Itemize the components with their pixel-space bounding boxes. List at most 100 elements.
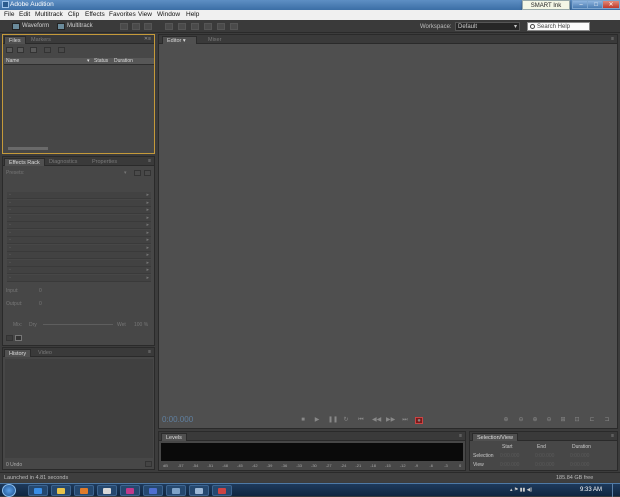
slip-tool-icon[interactable] — [191, 23, 199, 30]
power-icon[interactable]: ◦ — [9, 200, 11, 207]
tool-icon-3[interactable] — [144, 23, 152, 30]
tab-effects-rack[interactable]: Effects Rack — [4, 158, 45, 166]
selection-duration[interactable]: 0:00.000 — [570, 453, 589, 459]
menu-window[interactable]: Window — [157, 11, 180, 18]
power-icon[interactable]: ◦ — [9, 252, 11, 259]
mix-slider[interactable] — [43, 324, 113, 325]
tab-mixer[interactable]: Mixer — [204, 36, 225, 44]
fast-forward-button[interactable]: ▶▶ — [386, 417, 395, 424]
taskbar-button[interactable] — [74, 485, 94, 496]
move-tool-icon[interactable] — [165, 23, 173, 30]
taskbar-button[interactable] — [51, 485, 71, 496]
import-file-icon[interactable] — [17, 47, 24, 53]
rewind-button[interactable]: ◀◀ — [372, 417, 381, 424]
delete-icon[interactable] — [58, 47, 65, 53]
power-icon[interactable]: ◦ — [9, 207, 11, 214]
taskbar-button[interactable] — [212, 485, 232, 496]
go-to-end-button[interactable]: ⏭ — [401, 417, 409, 424]
tab-video[interactable]: Video — [34, 349, 56, 357]
marquee-tool-icon[interactable] — [217, 23, 225, 30]
delete-preset-icon[interactable] — [144, 170, 151, 176]
taskbar-button[interactable] — [28, 485, 48, 496]
tab-diagnostics[interactable]: Diagnostics — [45, 158, 81, 166]
chevron-right-icon[interactable]: ▸ — [146, 200, 149, 207]
panel-menu-icon[interactable]: ≡ — [459, 433, 462, 439]
effect-slot[interactable]: ◦ ▸ — [7, 229, 151, 237]
view-duration[interactable]: 0:00.000 — [570, 462, 589, 468]
effect-slot[interactable]: ◦ ▸ — [7, 252, 151, 259]
clock[interactable]: 9:33 AM — [580, 487, 602, 493]
power-icon[interactable]: ◦ — [9, 230, 11, 237]
menu-file[interactable]: File — [4, 11, 14, 18]
power-icon[interactable] — [6, 335, 13, 341]
menu-multitrack[interactable]: Multitrack — [35, 11, 63, 18]
zoom-in-amplitude-icon[interactable]: ⊕ — [502, 417, 510, 424]
power-icon[interactable]: ◦ — [9, 222, 11, 229]
taskbar-button[interactable] — [97, 485, 117, 496]
power-icon[interactable]: ◦ — [9, 267, 11, 274]
effect-slot[interactable]: ◦ ▸ — [7, 222, 151, 229]
open-file-icon[interactable] — [6, 47, 13, 53]
panel-menu-icon[interactable]: ≡ — [148, 349, 151, 355]
taskbar-button[interactable] — [166, 485, 186, 496]
panel-menu-icon[interactable]: ≡ — [611, 433, 614, 439]
list-icon[interactable] — [15, 335, 22, 341]
mix-value[interactable]: 100 % — [134, 322, 148, 328]
horizontal-scrollbar[interactable] — [8, 147, 48, 150]
tray-icons[interactable]: ▴ ⚑ ▮▮ ◀) — [510, 487, 532, 493]
chevron-right-icon[interactable]: ▸ — [146, 275, 149, 282]
power-icon[interactable]: ◦ — [9, 215, 11, 222]
zoom-out-time-icon[interactable]: ⊖ — [545, 417, 553, 424]
zoom-out-amplitude-icon[interactable]: ⊖ — [517, 417, 525, 424]
close-button[interactable]: ✕ — [602, 0, 620, 9]
power-icon[interactable]: ◦ — [9, 275, 11, 282]
effect-slot[interactable]: ◦ ▸ — [7, 244, 151, 252]
start-button[interactable] — [2, 484, 16, 497]
selection-end[interactable]: 0:00.000 — [535, 453, 554, 459]
new-file-icon[interactable] — [30, 47, 37, 53]
tab-selection-view[interactable]: Selection/View — [472, 433, 518, 441]
record-button[interactable]: ● — [415, 417, 423, 424]
tab-levels[interactable]: Levels — [161, 433, 187, 441]
power-icon[interactable]: ◦ — [9, 237, 11, 244]
smart-ink-badge[interactable]: SMART Ink — [522, 0, 570, 10]
pause-button[interactable]: ❚❚ — [328, 417, 338, 424]
zoom-out-point-icon[interactable]: ⊐ — [603, 417, 611, 424]
tab-editor[interactable]: Editor ▾ — [162, 36, 197, 44]
power-icon[interactable]: ◦ — [9, 260, 11, 267]
menu-effects[interactable]: Effects — [85, 11, 105, 18]
play-button[interactable]: ▶ — [313, 417, 321, 424]
effect-slot[interactable]: ◦ ▸ — [7, 274, 151, 282]
delete-history-icon[interactable] — [145, 461, 152, 467]
input-gain-value[interactable]: 0 — [39, 288, 42, 294]
razor-tool-icon[interactable] — [178, 23, 186, 30]
time-selection-tool-icon[interactable] — [204, 23, 212, 30]
waveform-button[interactable]: Waveform — [11, 22, 49, 31]
selection-start[interactable]: 0:00.000 — [500, 453, 519, 459]
effect-slot[interactable]: ◦ ▸ — [7, 214, 151, 222]
loop-button[interactable]: ↻ — [342, 417, 350, 424]
panel-menu-icon[interactable]: ≡ — [148, 158, 151, 164]
column-status[interactable]: Status — [94, 58, 108, 65]
taskbar-button[interactable] — [189, 485, 209, 496]
tool-icon-2[interactable] — [132, 23, 140, 30]
view-start[interactable]: 0:00.000 — [500, 462, 519, 468]
menu-help[interactable]: Help — [186, 11, 199, 18]
output-gain-value[interactable]: 0 — [39, 301, 42, 307]
menu-clip[interactable]: Clip — [68, 11, 79, 18]
chevron-right-icon[interactable]: ▸ — [146, 222, 149, 229]
menu-view[interactable]: View — [138, 11, 152, 18]
save-preset-icon[interactable] — [134, 170, 141, 176]
effect-slot[interactable]: ◦ ▸ — [7, 267, 151, 274]
brush-tool-icon[interactable] — [230, 23, 238, 30]
effect-slot[interactable]: ◦ ▸ — [7, 192, 151, 199]
chevron-right-icon[interactable]: ▸ — [146, 230, 149, 237]
zoom-selection-icon[interactable]: ⊡ — [573, 417, 581, 424]
workspace-select[interactable]: Default ▾ — [455, 22, 520, 31]
menu-favorites[interactable]: Favorites — [109, 11, 136, 18]
panel-menu-icon[interactable]: ≡ — [611, 36, 614, 42]
zoom-in-point-icon[interactable]: ⊏ — [588, 417, 596, 424]
chevron-right-icon[interactable]: ▸ — [146, 252, 149, 259]
power-icon[interactable]: ◦ — [9, 192, 11, 199]
preset-dropdown-icon[interactable]: ▾ — [124, 170, 127, 176]
